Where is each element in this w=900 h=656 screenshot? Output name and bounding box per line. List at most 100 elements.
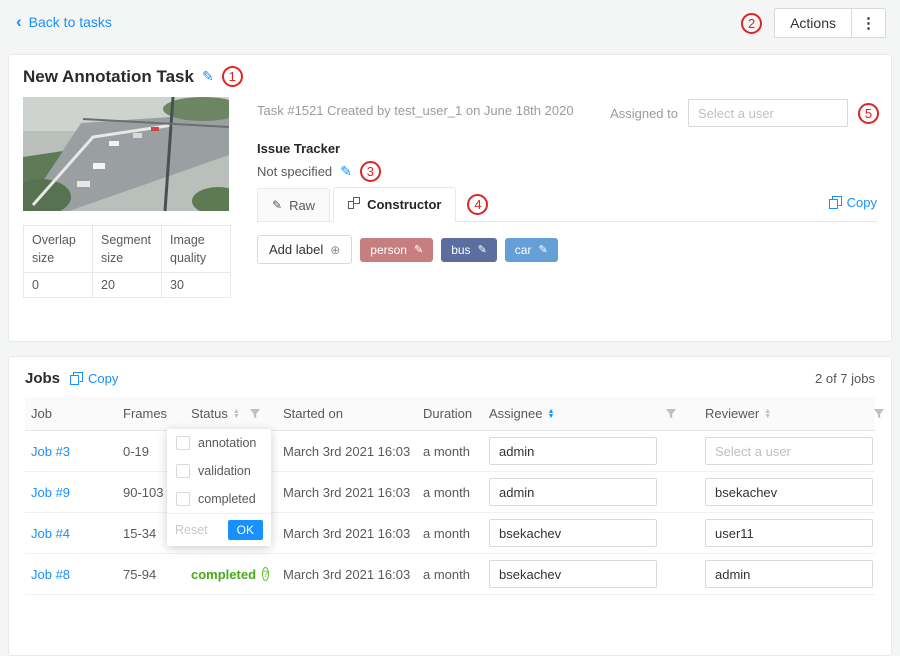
assignee-filter-button[interactable] bbox=[659, 408, 699, 420]
tab-raw-label: Raw bbox=[289, 198, 315, 213]
started-value: March 3rd 2021 16:03 bbox=[277, 485, 417, 500]
column-started-on: Started on bbox=[277, 406, 417, 421]
table-row: Job #4 15-34 March 3rd 2021 16:03 a mont… bbox=[25, 513, 875, 554]
task-title: New Annotation Task bbox=[23, 67, 194, 87]
status-filter-dropdown: annotation validation completed Reset OK bbox=[167, 429, 271, 546]
reviewer-select[interactable] bbox=[705, 519, 873, 547]
add-label-button[interactable]: Add label ⊕ bbox=[257, 235, 352, 264]
filter-option-annotation-label: annotation bbox=[198, 436, 256, 450]
issue-tracker-label: Issue Tracker bbox=[257, 141, 340, 156]
column-status-sort[interactable]: Status ▲▼ bbox=[185, 406, 243, 421]
reviewer-select[interactable] bbox=[705, 478, 873, 506]
label-chip-person[interactable]: person ✎ bbox=[360, 238, 433, 262]
param-value-segment: 20 bbox=[93, 273, 162, 298]
checkbox-validation[interactable] bbox=[176, 464, 190, 478]
question-circle-icon[interactable]: ? bbox=[262, 567, 269, 581]
constructor-icon bbox=[348, 197, 360, 212]
task-thumbnail bbox=[23, 97, 229, 211]
edit-issue-tracker-icon[interactable]: ✎ bbox=[340, 163, 352, 180]
jobs-table: Job Frames Status ▲▼ Started on Duration… bbox=[25, 397, 875, 595]
annotation-marker-3: 3 bbox=[360, 161, 381, 182]
edit-title-icon[interactable]: ✎ bbox=[202, 68, 214, 85]
job-9-link[interactable]: Job #9 bbox=[31, 485, 70, 500]
task-meta-text: Task #1521 Created by test_user_1 on Jun… bbox=[257, 103, 574, 118]
checkbox-completed[interactable] bbox=[176, 492, 190, 506]
tab-constructor[interactable]: Constructor bbox=[333, 187, 456, 222]
job-4-link[interactable]: Job #4 bbox=[31, 526, 70, 541]
filter-icon bbox=[873, 408, 885, 420]
checkbox-annotation[interactable] bbox=[176, 436, 190, 450]
labels-copy-button[interactable]: Copy bbox=[829, 195, 877, 210]
started-value: March 3rd 2021 16:03 bbox=[277, 526, 417, 541]
filter-icon bbox=[665, 408, 677, 420]
label-chip-bus[interactable]: bus ✎ bbox=[441, 238, 497, 262]
column-job: Job bbox=[25, 406, 117, 421]
jobs-copy-button[interactable]: Copy bbox=[70, 371, 118, 386]
edit-label-bus-icon[interactable]: ✎ bbox=[478, 243, 487, 256]
filter-option-annotation[interactable]: annotation bbox=[167, 429, 271, 457]
plus-circle-icon: ⊕ bbox=[330, 243, 340, 257]
job-8-link[interactable]: Job #8 bbox=[31, 567, 70, 582]
status-filter-button[interactable] bbox=[243, 408, 277, 420]
actions-button-group: Actions ⋮ bbox=[774, 8, 886, 38]
issue-tracker-value: Not specified bbox=[257, 164, 332, 179]
edit-label-car-icon[interactable]: ✎ bbox=[538, 243, 547, 256]
back-to-tasks-link[interactable]: ‹ Back to tasks bbox=[16, 14, 112, 30]
job-3-link[interactable]: Job #3 bbox=[31, 444, 70, 459]
column-frames: Frames bbox=[117, 406, 185, 421]
task-thumbnail-image bbox=[23, 97, 229, 211]
top-bar: ‹ Back to tasks 2 Actions ⋮ bbox=[0, 0, 900, 46]
jobs-table-header: Job Frames Status ▲▼ Started on Duration… bbox=[25, 397, 875, 431]
status-completed-text: completed bbox=[191, 567, 256, 582]
reviewer-select[interactable] bbox=[705, 560, 873, 588]
tab-raw[interactable]: ✎ Raw bbox=[257, 188, 330, 221]
duration-value: a month bbox=[417, 567, 483, 582]
back-chevron-icon: ‹ bbox=[16, 15, 22, 29]
jobs-card: Jobs Copy 2 of 7 jobs Job Frames Status … bbox=[8, 356, 892, 656]
label-chip-car-text: car bbox=[515, 243, 532, 257]
tab-constructor-label: Constructor bbox=[367, 197, 441, 212]
param-header-segment: Segment size bbox=[93, 226, 162, 273]
sort-icon-active: ▲▼ bbox=[547, 409, 554, 419]
jobs-count: 2 of 7 jobs bbox=[815, 371, 875, 386]
sort-icon: ▲▼ bbox=[233, 409, 240, 419]
task-assignee-input[interactable] bbox=[688, 99, 848, 127]
copy-icon bbox=[829, 196, 842, 209]
filter-ok-button[interactable]: OK bbox=[228, 520, 263, 540]
actions-button[interactable]: Actions bbox=[774, 8, 852, 38]
labels-editor: ✎ Raw Constructor 4 Copy Add label ⊕ per… bbox=[257, 187, 877, 264]
filter-option-completed[interactable]: completed bbox=[167, 485, 271, 513]
column-reviewer-sort[interactable]: Reviewer ▲▼ bbox=[699, 406, 867, 421]
assignee-select[interactable] bbox=[489, 519, 657, 547]
sort-icon: ▲▼ bbox=[764, 409, 771, 419]
column-assignee-sort[interactable]: Assignee ▲▼ bbox=[483, 406, 659, 421]
actions-more-icon[interactable]: ⋮ bbox=[852, 8, 886, 38]
status-value: completed ? bbox=[185, 567, 243, 582]
filter-reset-button[interactable]: Reset bbox=[175, 523, 208, 537]
filter-option-validation-label: validation bbox=[198, 464, 251, 478]
assignee-select[interactable] bbox=[489, 560, 657, 588]
label-chip-bus-text: bus bbox=[451, 243, 470, 257]
back-label: Back to tasks bbox=[29, 14, 112, 30]
table-row: Job #3 0-19 March 3rd 2021 16:03 a month bbox=[25, 431, 875, 472]
filter-icon bbox=[249, 408, 261, 420]
param-header-quality: Image quality bbox=[162, 226, 231, 273]
reviewer-select[interactable] bbox=[705, 437, 873, 465]
param-value-overlap: 0 bbox=[24, 273, 93, 298]
reviewer-filter-button[interactable] bbox=[867, 408, 885, 420]
raw-pencil-icon: ✎ bbox=[272, 198, 282, 212]
constructor-panel: Add label ⊕ person ✎ bus ✎ car ✎ bbox=[257, 222, 877, 264]
label-chip-car[interactable]: car ✎ bbox=[505, 238, 558, 262]
edit-label-person-icon[interactable]: ✎ bbox=[414, 243, 423, 256]
filter-option-validation[interactable]: validation bbox=[167, 457, 271, 485]
jobs-copy-label: Copy bbox=[88, 371, 118, 386]
task-details-card: New Annotation Task ✎ 1 Overlap size Seg bbox=[8, 54, 892, 342]
assignee-select[interactable] bbox=[489, 437, 657, 465]
assigned-to-label: Assigned to bbox=[610, 106, 678, 121]
copy-icon bbox=[70, 372, 83, 385]
param-value-quality: 30 bbox=[162, 273, 231, 298]
jobs-title: Jobs bbox=[25, 370, 60, 387]
annotation-marker-5: 5 bbox=[858, 103, 879, 124]
assignee-select[interactable] bbox=[489, 478, 657, 506]
frames-value: 75-94 bbox=[117, 567, 185, 582]
